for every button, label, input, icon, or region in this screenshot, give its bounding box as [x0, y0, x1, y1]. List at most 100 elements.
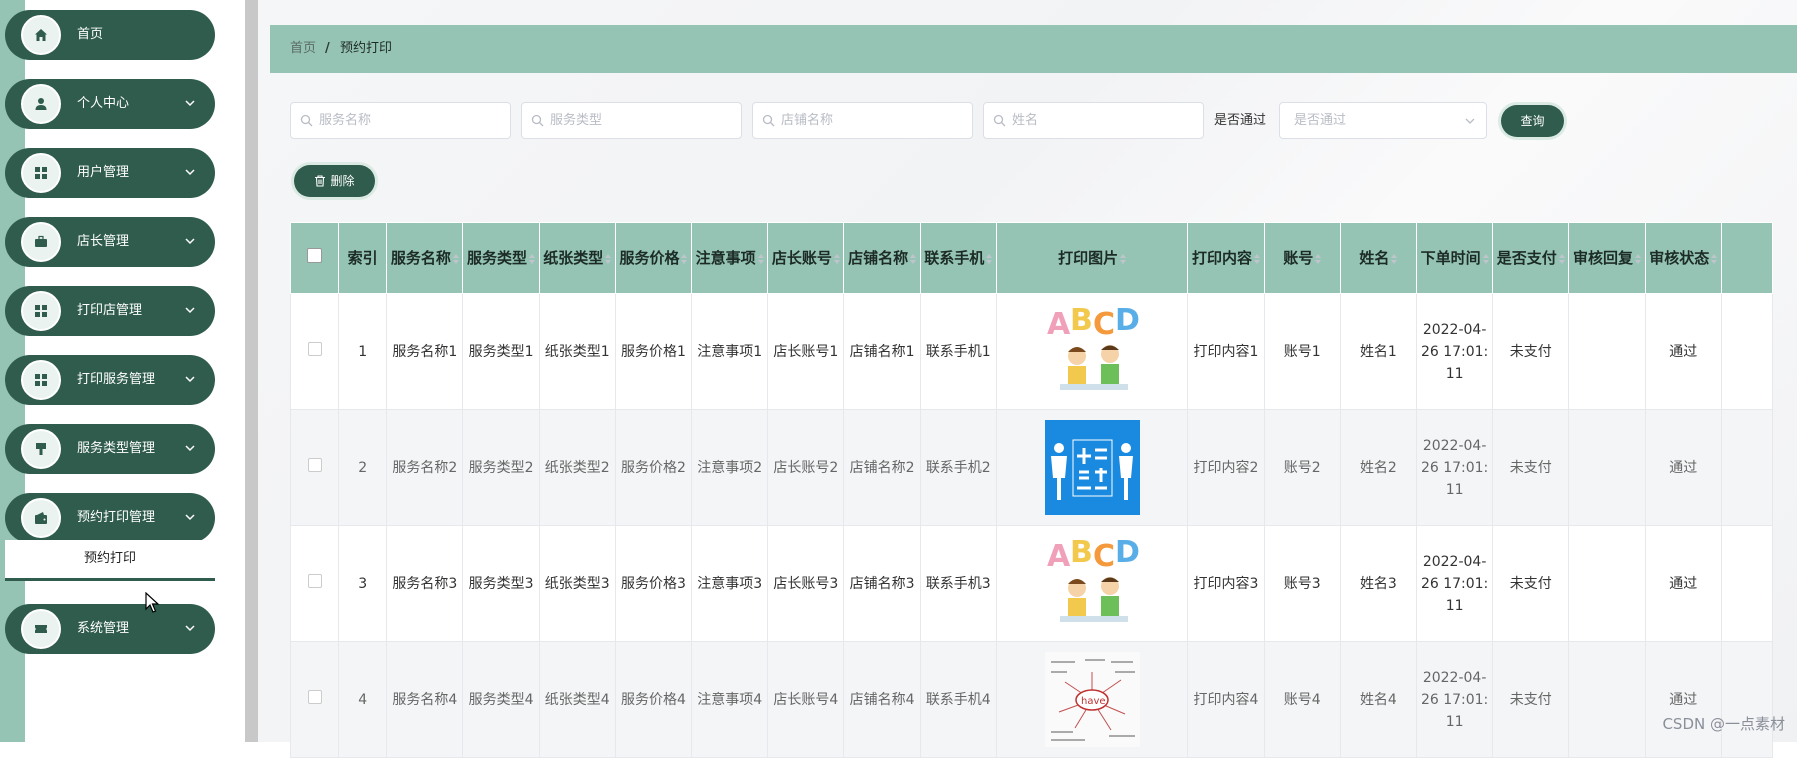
sort-icon[interactable] — [1315, 253, 1322, 264]
index-cell: 2 — [338, 409, 388, 526]
sort-icon[interactable] — [452, 253, 459, 264]
have-mindmap-image[interactable]: have — [1044, 652, 1140, 747]
sort-icon[interactable] — [1391, 253, 1398, 264]
briefcase-icon — [21, 222, 61, 262]
column-header[interactable]: 审核回复 — [1568, 222, 1646, 294]
column-header-label: 注意事项 — [695, 249, 756, 267]
approved-select[interactable]: 是否通过 — [1279, 102, 1487, 139]
column-header[interactable]: 纸张类型 — [538, 222, 616, 294]
sidebar-item-print-service-management[interactable]: 打印服务管理 — [5, 355, 215, 405]
orders-table: 索引 服务名称 服务类型 纸张类型 服务价格 注意事项 店长账号 店铺名称 联系… — [289, 222, 1774, 758]
grid-icon — [21, 153, 61, 193]
sidebar-subitem-appointment-print[interactable]: 预约打印 — [5, 540, 215, 581]
shop-name-input[interactable]: 店铺名称 — [752, 102, 973, 139]
service-type-placeholder: 服务类型 — [550, 113, 603, 128]
table-row[interactable]: 3 服务名称3 服务类型3 纸张类型3 服务价格3 注意事项3 店长账号3 店铺… — [289, 525, 1774, 642]
column-header[interactable]: 店铺名称 — [843, 222, 921, 294]
row-checkbox[interactable] — [307, 457, 322, 472]
query-button[interactable]: 查询 — [1501, 105, 1564, 137]
breadcrumb-home[interactable]: 首页 — [290, 25, 316, 73]
account-cell: 账号1 — [1263, 293, 1341, 410]
sidebar-item-home[interactable]: 首页 — [5, 10, 215, 60]
sort-icon[interactable] — [1558, 253, 1565, 264]
delete-button[interactable]: 删除 — [294, 165, 375, 197]
column-header[interactable]: 服务价格 — [614, 222, 693, 294]
column-header[interactable]: 审核状态 — [1644, 222, 1722, 294]
sort-icon[interactable] — [833, 253, 840, 264]
column-header-label: 是否支付 — [1496, 249, 1557, 267]
name-cell: 姓名3 — [1339, 525, 1418, 642]
table-row[interactable]: 4 服务名称4 服务类型4 纸张类型4 服务价格4 注意事项4 店长账号4 店铺… — [289, 641, 1774, 758]
column-header[interactable]: 下单时间 — [1415, 222, 1494, 294]
sidebar-item-system-management[interactable]: 系统管理 — [5, 604, 215, 654]
sidebar-item-manager-management[interactable]: 店长管理 — [5, 217, 215, 267]
sort-icon[interactable] — [1482, 253, 1489, 264]
sort-icon[interactable] — [1254, 253, 1260, 264]
svg-text:B: B — [1070, 304, 1093, 338]
service-name-cell: 服务名称2 — [386, 409, 464, 526]
sort-icon[interactable] — [1635, 253, 1642, 264]
service-name-input[interactable]: 服务名称 — [290, 102, 511, 139]
abcd-kids-image[interactable]: A B C D — [1044, 536, 1140, 631]
sort-icon[interactable] — [757, 253, 764, 264]
watermark: CSDN @一点素材 — [1662, 715, 1785, 733]
column-header[interactable]: 服务类型 — [462, 222, 540, 294]
english-book-image[interactable] — [1044, 420, 1140, 515]
sort-icon[interactable] — [910, 253, 917, 264]
sort-icon[interactable] — [1711, 253, 1718, 264]
sidebar-item-print-shop-management[interactable]: 打印店管理 — [5, 286, 215, 336]
price-cell: 服务价格2 — [614, 409, 693, 526]
column-header[interactable]: 是否支付 — [1492, 222, 1570, 294]
column-header[interactable]: 打印图片 — [995, 222, 1189, 294]
sort-icon[interactable] — [681, 253, 688, 264]
paid-cell: 未支付 — [1492, 641, 1570, 758]
column-header-label: 账号 — [1283, 249, 1314, 267]
row-select-cell — [289, 641, 340, 758]
actions-cell — [1720, 409, 1774, 526]
column-header[interactable]: 账号 — [1263, 222, 1341, 294]
paper-type-cell: 纸张类型1 — [538, 293, 616, 410]
shop-name-cell: 店铺名称1 — [843, 293, 921, 410]
service-type-cell: 服务类型3 — [462, 525, 540, 642]
column-header[interactable]: 服务名称 — [386, 222, 464, 294]
service-name-cell: 服务名称3 — [386, 525, 464, 642]
sidebar-item-label: 首页 — [77, 27, 104, 42]
sidebar-item-user-management[interactable]: 用户管理 — [5, 148, 215, 198]
service-name-cell: 服务名称4 — [386, 641, 464, 758]
sort-icon[interactable] — [986, 253, 993, 264]
image-cell: have — [995, 641, 1189, 758]
column-header[interactable]: 姓名 — [1339, 222, 1418, 294]
svg-text:have: have — [1081, 696, 1106, 707]
reply-cell — [1568, 525, 1646, 642]
approved-filter-label: 是否通过 — [1214, 113, 1267, 128]
row-checkbox[interactable] — [307, 689, 322, 704]
column-header[interactable]: 联系手机 — [919, 222, 997, 294]
paper-type-cell: 纸张类型2 — [538, 409, 616, 526]
name-input[interactable]: 姓名 — [983, 102, 1204, 139]
column-header[interactable]: 注意事项 — [691, 222, 769, 294]
column-header-label: 联系手机 — [924, 249, 985, 267]
row-checkbox[interactable] — [307, 341, 322, 356]
chevron-down-icon — [185, 445, 195, 452]
column-header[interactable]: 店长账号 — [767, 222, 845, 294]
sidebar-item-appointment-print-management[interactable]: 预约打印管理 — [5, 493, 215, 543]
order-time-cell: 2022-04-26 17:01:11 — [1415, 293, 1494, 410]
column-header[interactable]: 打印内容 — [1187, 222, 1265, 294]
delete-button-label: 删除 — [330, 174, 355, 188]
sort-icon[interactable] — [1120, 253, 1127, 264]
phone-cell: 联系手机3 — [919, 525, 997, 642]
select-all-checkbox[interactable] — [307, 248, 323, 263]
sort-icon[interactable] — [529, 253, 536, 264]
abcd-kids-image[interactable]: A B C D — [1044, 304, 1140, 399]
name-cell: 姓名1 — [1339, 293, 1418, 410]
table-row[interactable]: 1 服务名称1 服务类型1 纸张类型1 服务价格1 注意事项1 店长账号1 店铺… — [289, 293, 1774, 410]
sidebar-item-service-type-management[interactable]: 服务类型管理 — [5, 424, 215, 474]
table-row[interactable]: 2 服务名称2 服务类型2 纸张类型2 服务价格2 注意事项2 店长账号2 店铺… — [289, 409, 1774, 526]
chevron-down-icon — [185, 376, 195, 383]
sidebar-item-personal-center[interactable]: 个人中心 — [5, 79, 215, 129]
sidebar-item-label: 服务类型管理 — [77, 441, 156, 456]
column-header-label: 店长账号 — [771, 249, 832, 267]
row-checkbox[interactable] — [307, 573, 322, 588]
service-type-input[interactable]: 服务类型 — [521, 102, 742, 139]
sort-icon[interactable] — [605, 253, 612, 264]
